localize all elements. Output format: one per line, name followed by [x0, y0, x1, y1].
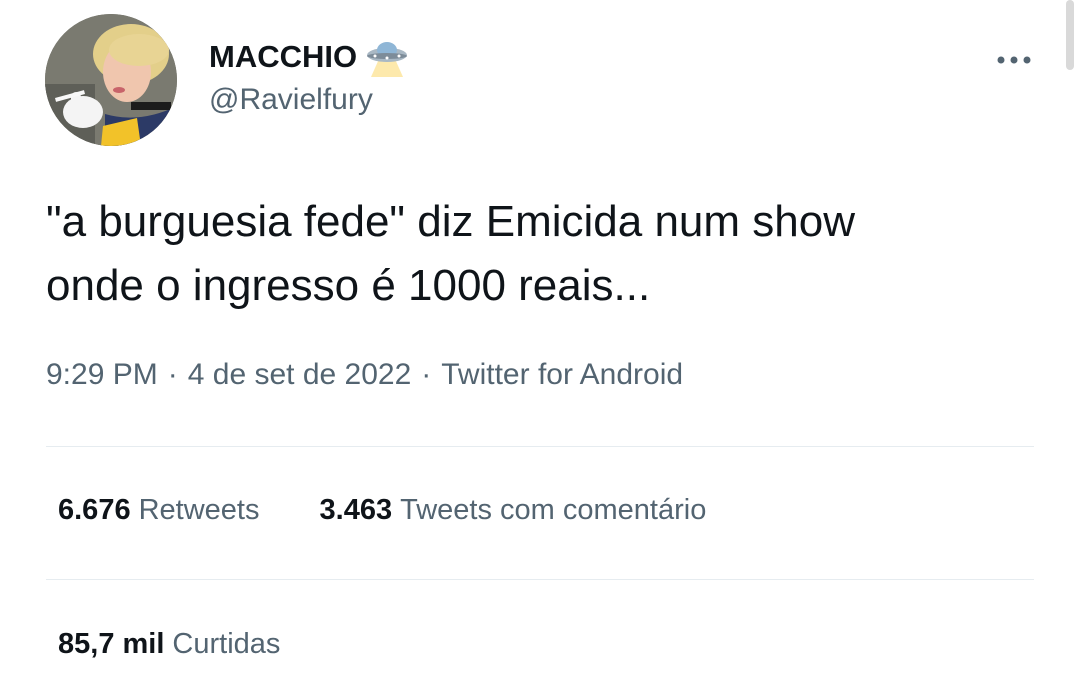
retweets-label: Retweets	[138, 494, 260, 526]
author-handle[interactable]: @Ravielfury	[209, 83, 373, 117]
tweet-date[interactable]: 4 de set de 2022	[188, 358, 412, 391]
meta-separator: ·	[167, 358, 178, 391]
quotes-stat[interactable]: 3.463 Tweets com comentário	[320, 494, 707, 527]
more-options-icon[interactable]	[994, 50, 1034, 70]
avatar[interactable]	[45, 14, 177, 146]
retweets-count: 6.676	[58, 494, 131, 526]
tweet-text-line: onde o ingresso é 1000 reais...	[46, 261, 651, 310]
divider	[46, 579, 1034, 580]
likes-label: Curtidas	[172, 628, 281, 660]
author-name-row[interactable]: MACCHIO	[209, 36, 409, 78]
divider	[46, 446, 1034, 447]
tweet-time[interactable]: 9:29 PM	[46, 358, 158, 391]
scrollbar-thumb[interactable]	[1066, 0, 1074, 70]
engagement-stats: 6.676 Retweets 3.463 Tweets com comentário	[58, 494, 758, 527]
tweet-detail: MACCHIO @Ravielfury "a burguesia fede" d…	[0, 0, 1080, 679]
tweet-text-line: "a burguesia fede" diz Emicida num show	[46, 197, 855, 246]
likes-stat[interactable]: 85,7 mil Curtidas	[58, 628, 332, 661]
tweet-meta: 9:29 PM · 4 de set de 2022 · Twitter for And…	[46, 358, 683, 392]
quotes-count: 3.463	[319, 494, 393, 526]
retweets-stat[interactable]: 6.676 Retweets	[58, 494, 259, 527]
tweet-source[interactable]: Twitter for Android	[441, 358, 683, 391]
ufo-icon	[365, 37, 409, 77]
meta-separator: ·	[421, 358, 432, 391]
likes-count: 85,7 mil	[58, 628, 165, 660]
tweet-text: "a burguesia fede" diz Emicida num show …	[46, 190, 1036, 318]
author-display-name[interactable]: MACCHIO	[209, 39, 357, 75]
quotes-label: Tweets com comentário	[400, 494, 707, 526]
